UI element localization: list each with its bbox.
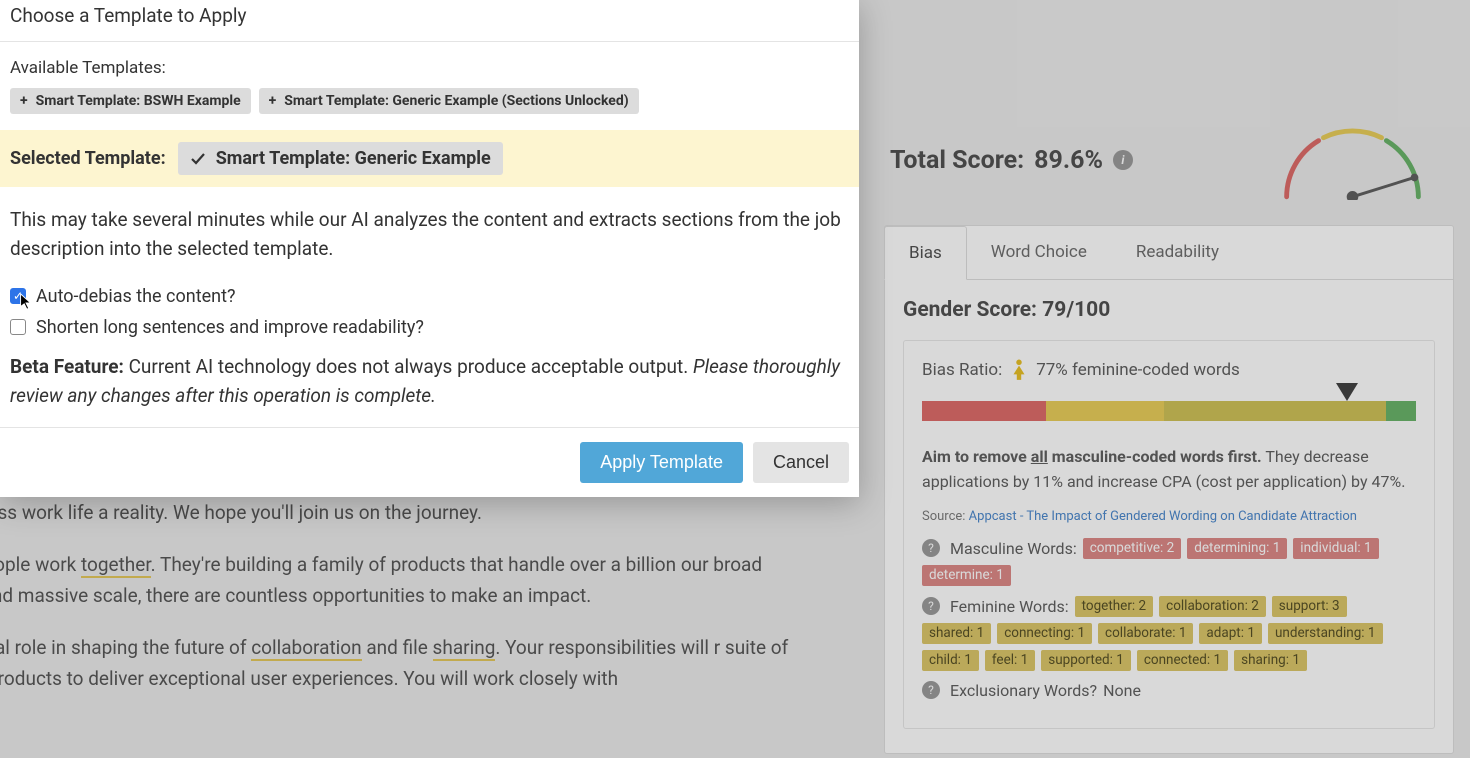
selected-template-chip[interactable]: Smart Template: Generic Example (178, 142, 503, 175)
modal-title: Choose a Template to Apply (0, 0, 859, 42)
info-icon[interactable]: i (1113, 150, 1133, 170)
tab-readability[interactable]: Readability (1112, 226, 1244, 279)
shorten-label: Shorten long sentences and improve reada… (36, 317, 424, 338)
template-chip-bswh[interactable]: + Smart Template: BSWH Example (10, 88, 251, 114)
job-description-text: nd seamless work life a reality. We hope… (0, 498, 830, 716)
word-tag[interactable]: competitive: 2 (1083, 538, 1182, 559)
available-templates-label: Available Templates: (10, 58, 849, 78)
score-gauge (1275, 120, 1430, 200)
word-tag[interactable]: connecting: 1 (997, 623, 1092, 644)
analysis-tabs: Bias Word Choice Readability (885, 226, 1453, 280)
feminine-words-row: ? Feminine Words: together: 2collaborati… (922, 596, 1416, 671)
cancel-button[interactable]: Cancel (753, 442, 849, 483)
word-tag[interactable]: determine: 1 (922, 565, 1011, 586)
cursor-icon (19, 293, 33, 311)
person-icon (1010, 359, 1028, 381)
bias-marker-icon (1336, 383, 1358, 401)
plus-icon: + (20, 93, 28, 109)
word-tag[interactable]: collaborate: 1 (1098, 623, 1193, 644)
bias-ratio-row: Bias Ratio: 77% feminine-coded words (922, 359, 1416, 381)
word-tag[interactable]: determining: 1 (1187, 538, 1287, 559)
plus-icon: + (269, 93, 277, 109)
tab-word-choice[interactable]: Word Choice (967, 226, 1112, 279)
beta-feature-note: Beta Feature: Current AI technology does… (10, 352, 849, 411)
gender-score: Gender Score: 79/100 (903, 298, 1435, 322)
word-tag[interactable]: collaboration: 2 (1159, 596, 1266, 617)
word-tag[interactable]: individual: 1 (1293, 538, 1378, 559)
word-tag[interactable]: together: 2 (1075, 596, 1154, 617)
exclusionary-words-row: ? Exclusionary Words? None (922, 681, 1416, 700)
word-tag[interactable]: connected: 1 (1137, 650, 1228, 671)
total-score-label: Total Score: (890, 146, 1024, 175)
word-tag[interactable]: understanding: 1 (1268, 623, 1383, 644)
selected-template-label: Selected Template: (10, 148, 166, 169)
total-score-title: Total Score: 89.6% i (890, 146, 1133, 175)
word-tag[interactable]: child: 1 (922, 650, 979, 671)
help-icon[interactable]: ? (922, 597, 940, 615)
help-icon[interactable]: ? (922, 681, 940, 699)
check-icon (190, 151, 206, 167)
explain-text: This may take several minutes while our … (10, 205, 849, 264)
template-chip-generic-unlocked[interactable]: + Smart Template: Generic Example (Secti… (259, 88, 639, 114)
word-tag[interactable]: adapt: 1 (1199, 623, 1262, 644)
help-icon[interactable]: ? (922, 539, 940, 557)
total-score-value: 89.6% (1034, 146, 1103, 175)
source-link[interactable]: Appcast - The Impact of Gendered Wording… (969, 509, 1357, 524)
word-tag[interactable]: sharing: 1 (1234, 650, 1307, 671)
word-tag[interactable]: shared: 1 (922, 623, 991, 644)
masculine-words-row: ? Masculine Words: competitive: 2determi… (922, 538, 1416, 586)
word-tag[interactable]: support: 3 (1272, 596, 1347, 617)
bias-ratio-bar (922, 401, 1416, 421)
tab-bias[interactable]: Bias (884, 226, 967, 280)
template-modal: Choose a Template to Apply Available Tem… (0, 0, 859, 497)
source-line: Source: Appcast - The Impact of Gendered… (922, 509, 1416, 524)
auto-debias-label: Auto-debias the content? (36, 286, 235, 307)
apply-template-button[interactable]: Apply Template (580, 442, 743, 483)
word-tag[interactable]: feel: 1 (985, 650, 1035, 671)
word-tag[interactable]: supported: 1 (1041, 650, 1131, 671)
aim-recommendation: Aim to remove all masculine-coded words … (922, 445, 1416, 495)
shorten-checkbox[interactable] (10, 319, 26, 335)
